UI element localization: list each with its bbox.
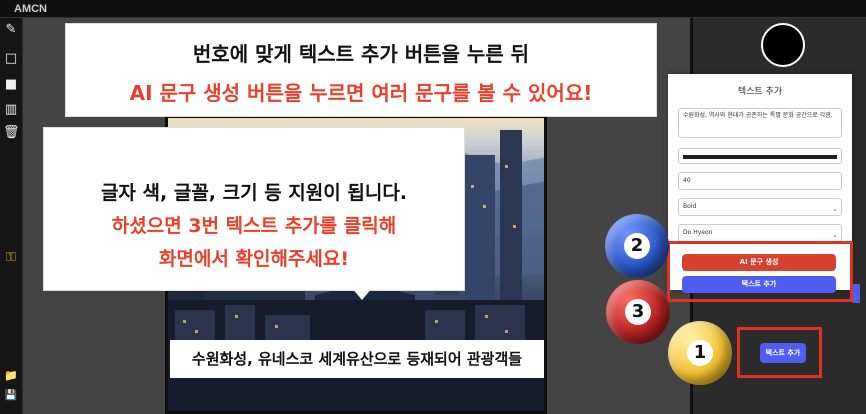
step-marker-3: 3	[606, 280, 670, 344]
callout-top-line2: AI 문구 생성 버튼을 누르면 여러 문구를 볼 수 있어요!	[129, 81, 593, 105]
step-number-1: 1	[687, 340, 713, 366]
highlight-box-ai-add	[667, 241, 853, 302]
step-number-3: 3	[625, 299, 651, 325]
callout-left-line2: 하셨으면 3번 텍스트 추가를 클릭해	[111, 215, 397, 237]
font-weight-select[interactable]: Bold ⌄	[678, 198, 842, 216]
font-size-input[interactable]: 40	[678, 172, 842, 190]
text-color-picker[interactable]	[678, 148, 842, 164]
left-toolbar: ✎ □ ■ ▥ 🗑 ⚿ 📁 💾	[0, 18, 23, 414]
chevron-down-icon: ⌄	[832, 205, 838, 213]
rectangle-outline-tool-icon[interactable]: □	[3, 51, 19, 67]
pattern-tool-icon[interactable]: ▥	[3, 102, 19, 118]
pencil-tool-icon[interactable]: ✎	[3, 22, 19, 38]
chevron-down-icon: ⌄	[832, 231, 838, 239]
key-icon[interactable]: ⚿	[3, 250, 19, 266]
color-swatch	[683, 155, 837, 159]
panel-edge-button[interactable]	[852, 284, 860, 303]
instruction-callout-left: 글자 색, 글꼴, 크기 등 지원이 됩니다. 하셨으면 3번 텍스트 추가를 …	[44, 128, 464, 290]
canvas-caption-text[interactable]: 수원화성, 유네스코 세계유산으로 등재되어 관광객들	[170, 340, 544, 378]
trash-icon[interactable]: 🗑	[3, 125, 20, 141]
callout-tail	[352, 288, 372, 300]
step-marker-2: 2	[605, 214, 669, 278]
callout-left-line3: 화면에서 확인해주세요!	[158, 248, 350, 270]
panel-title: 텍스트 추가	[737, 87, 783, 97]
folder-icon[interactable]: 📁	[3, 368, 19, 384]
color-preview-circle[interactable]	[761, 23, 805, 67]
text-content-textarea[interactable]: 수원화성, 역사와 현대가 공존하는 특별 문화 공간으로 각광.	[678, 108, 842, 138]
step-marker-1: 1	[668, 321, 732, 385]
font-family-value: Do Hyeon	[683, 229, 713, 236]
app-title: AMCN	[0, 0, 866, 18]
callout-left-line1: 글자 색, 글꼴, 크기 등 지원이 됩니다.	[100, 182, 408, 204]
save-icon[interactable]: 💾	[3, 388, 19, 404]
font-weight-value: Bold	[683, 203, 697, 210]
side-add-text-button[interactable]: 텍스트 추가	[760, 343, 806, 363]
callout-top-line1: 번호에 맞게 텍스트 추가 버튼을 누른 뒤	[192, 42, 530, 66]
instruction-callout-top: 번호에 맞게 텍스트 추가 버튼을 누른 뒤 AI 문구 생성 버튼을 누르면 …	[66, 24, 656, 116]
filled-rectangle-tool-icon[interactable]: ■	[3, 77, 19, 93]
step-number-2: 2	[624, 233, 650, 259]
font-family-select[interactable]: Do Hyeon ⌄	[678, 224, 842, 242]
